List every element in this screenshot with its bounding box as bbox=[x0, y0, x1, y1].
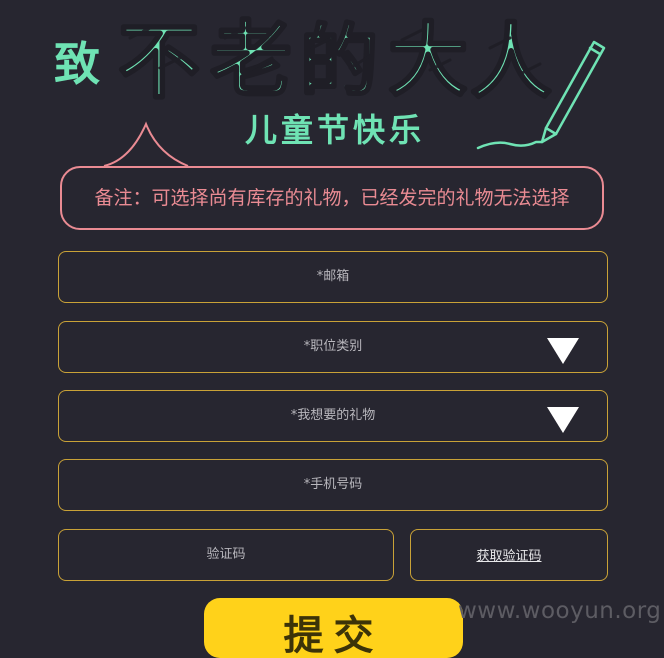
verification-code-placeholder: 验证码 bbox=[206, 547, 246, 562]
submit-button[interactable]: 提交 bbox=[204, 598, 463, 658]
note-bubble-tail bbox=[103, 121, 189, 167]
gift-placeholder: *我想要的礼物 bbox=[290, 408, 376, 423]
note-bubble: 备注：可选择尚有库存的礼物，已经发完的礼物无法选择 bbox=[60, 166, 604, 230]
triangle-down-icon bbox=[547, 407, 579, 433]
title-char: 的 bbox=[300, 17, 378, 107]
email-field[interactable]: *邮箱 bbox=[58, 251, 608, 303]
email-placeholder: *邮箱 bbox=[316, 269, 350, 284]
job-category-placeholder: *职位类别 bbox=[303, 339, 363, 354]
note-text: 备注：可选择尚有库存的礼物，已经发完的礼物无法选择 bbox=[94, 187, 570, 209]
title-char: 大 bbox=[388, 14, 468, 107]
job-category-select[interactable]: *职位类别 bbox=[58, 321, 608, 373]
title-prefix: 致 bbox=[54, 37, 100, 91]
title-char: 不 bbox=[118, 15, 200, 108]
gift-select[interactable]: *我想要的礼物 bbox=[58, 390, 608, 442]
watermark: www.wooyun.org bbox=[458, 598, 662, 624]
pencil-icon bbox=[476, 36, 616, 151]
phone-placeholder: *手机号码 bbox=[303, 477, 363, 492]
get-code-button[interactable]: 获取验证码 bbox=[410, 529, 608, 581]
title-char: 老 bbox=[210, 13, 292, 108]
triangle-down-icon bbox=[547, 338, 579, 364]
verification-code-field[interactable]: 验证码 bbox=[58, 529, 394, 581]
page-subtitle: 儿童节快乐 bbox=[244, 111, 425, 149]
phone-field[interactable]: *手机号码 bbox=[58, 459, 608, 511]
